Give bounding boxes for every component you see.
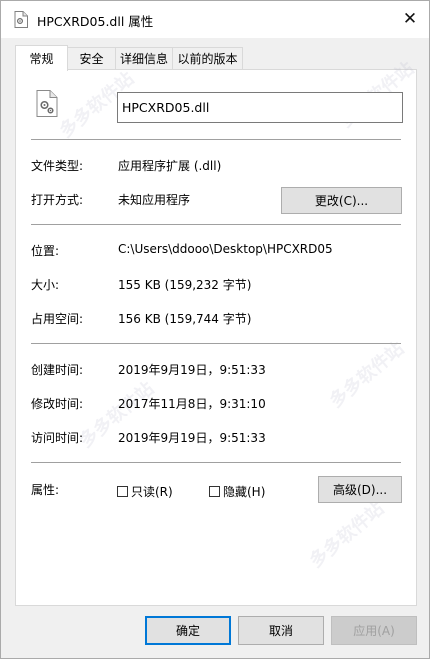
created-label: 创建时间: bbox=[31, 363, 84, 377]
modified-value: 2017年11月8日，9:31:10 bbox=[118, 397, 266, 411]
divider bbox=[31, 343, 401, 344]
readonly-checkbox[interactable]: 只读(R) bbox=[117, 483, 173, 500]
ok-button[interactable]: 确定 bbox=[145, 616, 231, 645]
size-on-disk-value: 156 KB (159,744 字节) bbox=[118, 312, 252, 326]
opens-with-value: 未知应用程序 bbox=[118, 193, 191, 207]
attributes-label: 属性: bbox=[31, 483, 60, 497]
modified-label: 修改时间: bbox=[31, 397, 84, 411]
readonly-checkbox-box[interactable] bbox=[117, 486, 128, 497]
hidden-checkbox-label: 隐藏(H) bbox=[223, 485, 266, 499]
tab-strip: 常规 安全 详细信息 以前的版本 bbox=[15, 45, 417, 71]
properties-dialog: HPCXRD05.dll 属性 ✕ 常规 安全 详细信息 以前的版本 多多软件站… bbox=[0, 0, 430, 659]
apply-button[interactable]: 应用(A) bbox=[331, 616, 417, 645]
accessed-label: 访问时间: bbox=[31, 431, 84, 445]
location-value: C:\Users\ddooo\Desktop\HPCXRD05 bbox=[118, 242, 333, 256]
dll-file-gear-icon bbox=[36, 90, 58, 117]
window-title: HPCXRD05.dll 属性 bbox=[37, 14, 154, 29]
hidden-checkbox-box[interactable] bbox=[209, 486, 220, 497]
size-label: 大小: bbox=[31, 278, 60, 292]
location-label: 位置: bbox=[31, 244, 60, 258]
file-name-input[interactable] bbox=[117, 92, 403, 123]
tab-previous-versions[interactable]: 以前的版本 bbox=[172, 47, 243, 69]
created-value: 2019年9月19日，9:51:33 bbox=[118, 363, 266, 377]
dll-file-icon bbox=[14, 11, 28, 28]
hidden-checkbox[interactable]: 隐藏(H) bbox=[209, 483, 265, 500]
change-button[interactable]: 更改(C)... bbox=[281, 187, 402, 214]
close-icon: ✕ bbox=[402, 9, 418, 29]
size-value: 155 KB (159,232 字节) bbox=[118, 278, 252, 292]
cancel-button[interactable]: 取消 bbox=[238, 616, 324, 645]
size-on-disk-label: 占用空间: bbox=[31, 312, 84, 326]
divider bbox=[31, 224, 401, 225]
tab-details[interactable]: 详细信息 bbox=[115, 47, 173, 69]
divider bbox=[31, 139, 401, 140]
divider bbox=[31, 462, 401, 463]
file-type-label: 文件类型: bbox=[31, 159, 84, 173]
accessed-value: 2019年9月19日，9:51:33 bbox=[118, 431, 266, 445]
readonly-checkbox-label: 只读(R) bbox=[131, 485, 173, 499]
tab-security[interactable]: 安全 bbox=[67, 47, 116, 69]
opens-with-label: 打开方式: bbox=[31, 193, 84, 207]
advanced-button[interactable]: 高级(D)... bbox=[318, 476, 402, 503]
file-type-value: 应用程序扩展 (.dll) bbox=[118, 159, 222, 173]
general-panel bbox=[15, 69, 417, 606]
close-button[interactable]: ✕ bbox=[395, 5, 425, 33]
tab-general[interactable]: 常规 bbox=[15, 45, 68, 71]
title-bar: HPCXRD05.dll 属性 ✕ bbox=[1, 1, 429, 38]
